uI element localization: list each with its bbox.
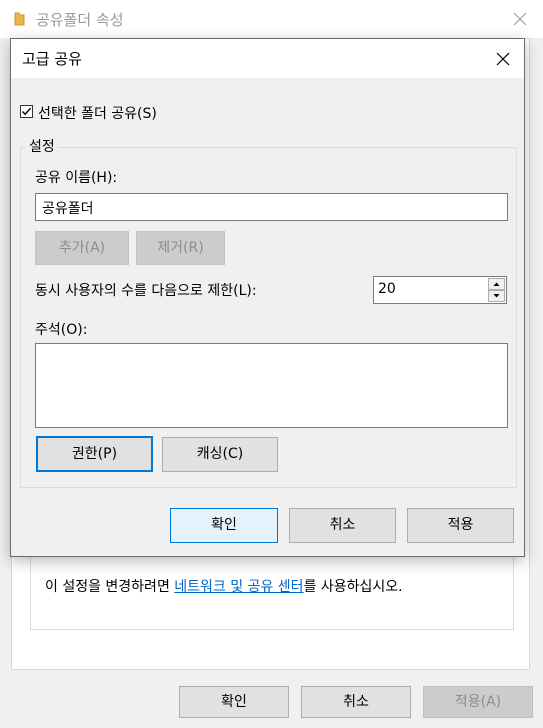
user-limit-label: 동시 사용자의 수를 다음으로 제한(L): bbox=[35, 283, 257, 299]
comment-textarea[interactable] bbox=[35, 343, 508, 428]
dialog-apply-button[interactable]: 적용 bbox=[407, 508, 514, 543]
folder-icon bbox=[14, 12, 25, 26]
permissions-button[interactable]: 권한(P) bbox=[36, 436, 153, 472]
parent-apply-button[interactable]: 적용(A) bbox=[423, 686, 533, 718]
info-suffix: 를 사용하십시오. bbox=[303, 579, 403, 595]
comment-label: 주석(O): bbox=[35, 322, 88, 338]
parent-close-icon[interactable] bbox=[508, 8, 532, 30]
settings-group-legend: 설정 bbox=[26, 136, 58, 156]
dialog-cancel-button[interactable]: 취소 bbox=[289, 508, 396, 543]
user-limit-spinner[interactable]: 20 bbox=[373, 276, 507, 304]
spin-down-icon bbox=[493, 294, 500, 298]
parent-ok-button[interactable]: 확인 bbox=[179, 686, 289, 718]
dialog-title-bar: 고급 공유 bbox=[11, 39, 524, 78]
spin-up-icon bbox=[493, 282, 500, 286]
spin-up-button[interactable] bbox=[488, 278, 505, 290]
share-name-label: 공유 이름(H): bbox=[35, 170, 118, 186]
share-folder-checkbox[interactable] bbox=[20, 105, 33, 118]
add-button[interactable]: 추가(A) bbox=[35, 231, 129, 265]
caching-button[interactable]: 캐싱(C) bbox=[162, 437, 278, 472]
parent-info-text: 이 설정을 변경하려면 네트워크 및 공유 센터를 사용하십시오. bbox=[45, 576, 403, 596]
user-limit-value[interactable]: 20 bbox=[378, 281, 396, 297]
parent-title-bar: 공유폴더 속성 bbox=[0, 0, 543, 38]
info-prefix: 이 설정을 변경하려면 bbox=[45, 579, 175, 595]
parent-cancel-button[interactable]: 취소 bbox=[301, 686, 411, 718]
spin-down-button[interactable] bbox=[488, 290, 505, 302]
share-folder-label[interactable]: 선택한 폴더 공유(S) bbox=[38, 103, 157, 123]
network-sharing-center-link[interactable]: 네트워크 및 공유 센터 bbox=[174, 579, 303, 595]
parent-window-title: 공유폴더 속성 bbox=[36, 11, 124, 29]
close-icon[interactable] bbox=[491, 47, 515, 71]
share-name-field[interactable]: 공유폴더 bbox=[35, 193, 508, 221]
advanced-sharing-dialog: 고급 공유 선택한 폴더 공유(S) 설정 공유 이름(H): 공유폴더 추가(… bbox=[10, 38, 525, 557]
checkmark-icon bbox=[22, 107, 32, 116]
dialog-ok-button[interactable]: 확인 bbox=[170, 508, 278, 543]
remove-button[interactable]: 제거(R) bbox=[136, 231, 225, 265]
dialog-title: 고급 공유 bbox=[22, 50, 82, 68]
